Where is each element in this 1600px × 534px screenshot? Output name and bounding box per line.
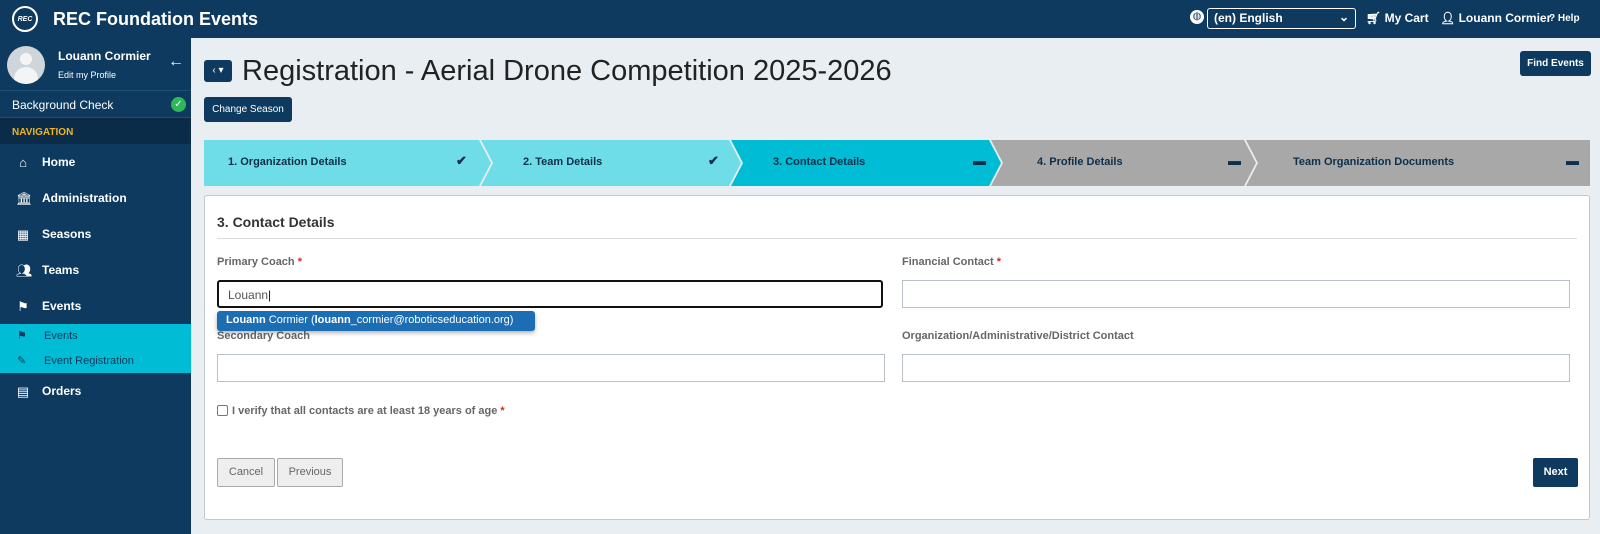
sidebar-item-events[interactable]: ⚑ Events <box>0 288 191 324</box>
primary-coach-label: Primary Coach * <box>217 256 302 268</box>
minus-icon: ▬ <box>1228 153 1241 168</box>
financial-contact-label: Financial Contact * <box>902 256 1002 268</box>
minus-icon: ▬ <box>1566 153 1579 168</box>
step-label: 3. Contact Details <box>773 156 866 168</box>
required-mark: * <box>996 256 1002 268</box>
step-label: Team Organization Documents <box>1293 156 1455 168</box>
user-menu-link[interactable]: 👤︎ Louann Cormier <box>1440 11 1551 25</box>
user-icon: 👤︎ <box>1440 11 1456 25</box>
check-icon: ✔ <box>456 153 467 168</box>
sidebar-item-label: Administration <box>42 191 127 205</box>
suggestion-match: louann <box>314 314 351 326</box>
app-title[interactable]: REC Foundation Events <box>53 9 258 30</box>
sidebar-item-seasons[interactable]: ▦ Seasons <box>0 216 191 252</box>
background-check-label: Background Check <box>12 98 114 112</box>
sidebar-item-label: Events <box>42 299 82 313</box>
find-events-button[interactable]: Find Events <box>1520 51 1591 76</box>
collapse-sidebar-icon[interactable]: ← <box>168 53 184 71</box>
secondary-coach-label: Secondary Coach <box>217 330 310 342</box>
profile-box: Louann Cormier Edit my Profile ← <box>0 38 191 91</box>
autocomplete-suggestion[interactable]: Louann Cormier (louann_cormier@roboticse… <box>217 311 535 331</box>
sidebar-subitem-label: Event Registration <box>44 354 134 367</box>
users-icon: 👥︎ <box>16 263 33 278</box>
step-label: 1. Organization Details <box>228 156 347 168</box>
sidebar-subitem-event-registration[interactable]: ✎ Event Registration <box>0 348 191 373</box>
contact-details-panel: 3. Contact Details Primary Coach * Louan… <box>204 195 1590 520</box>
required-mark: * <box>500 405 505 417</box>
language-value: (en) English <box>1214 11 1283 25</box>
age-verify-checkbox[interactable] <box>217 405 228 416</box>
sidebar-subitem-events[interactable]: ⚑ Events <box>0 324 191 349</box>
top-navbar: REC REC Foundation Events ◍ (en) English… <box>0 0 1600 38</box>
institution-icon: 🏛︎ <box>16 191 33 206</box>
sidebar-item-home[interactable]: ⌂ Home <box>0 144 191 180</box>
background-check-row[interactable]: Background Check ✓ <box>0 91 191 118</box>
step-team-organization-documents[interactable]: Team Organization Documents ▬ <box>1246 140 1590 186</box>
help-link[interactable]: ? Help <box>1549 13 1580 24</box>
next-button[interactable]: Next <box>1533 458 1578 487</box>
previous-button[interactable]: Previous <box>277 458 343 487</box>
cancel-button[interactable]: Cancel <box>217 458 275 487</box>
required-mark: * <box>297 256 302 268</box>
avatar[interactable] <box>7 46 45 84</box>
sidebar-item-administration[interactable]: 🏛︎ Administration <box>0 180 191 216</box>
back-dropdown-button[interactable]: ‹ ▾ <box>204 60 232 82</box>
step-profile-details[interactable]: 4. Profile Details ▬ <box>991 140 1256 186</box>
sidebar: Louann Cormier Edit my Profile ← Backgro… <box>0 38 191 534</box>
globe-icon: ◍ <box>1190 10 1204 24</box>
user-name: Louann Cormier <box>1458 11 1552 25</box>
flag-icon: ⚑ <box>17 330 27 342</box>
divider <box>217 238 1577 239</box>
step-label: 4. Profile Details <box>1037 156 1123 168</box>
minus-icon: ▬ <box>973 153 986 168</box>
sidebar-item-label: Home <box>42 155 76 169</box>
sidebar-item-teams[interactable]: 👥︎ Teams <box>0 252 191 288</box>
sidebar-item-label: Orders <box>42 384 82 398</box>
primary-coach-input[interactable]: Louann| <box>217 280 883 308</box>
edit-profile-link[interactable]: Edit my Profile <box>58 70 116 80</box>
sidebar-subitem-label: Events <box>44 330 78 342</box>
chevron-left-icon: ‹ ▾ <box>212 65 224 76</box>
help-label: Help <box>1557 13 1580 24</box>
sidebar-item-label: Teams <box>42 263 80 277</box>
nav-heading: NAVIGATION <box>0 118 191 144</box>
step-team-details[interactable]: 2. Team Details ✔ <box>481 140 741 186</box>
secondary-coach-input[interactable] <box>217 354 885 382</box>
age-verify-label: I verify that all contacts are at least … <box>232 405 505 417</box>
language-select[interactable]: (en) English ⌄ <box>1207 8 1356 29</box>
step-organization-details[interactable]: 1. Organization Details ✔ <box>204 140 491 186</box>
question-circle-icon: ? <box>1549 13 1556 24</box>
page-title: Registration - Aerial Drone Competition … <box>242 55 892 87</box>
sidebar-item-label: Seasons <box>42 227 92 241</box>
org-contact-label: Organization/Administrative/District Con… <box>902 330 1134 342</box>
edit-icon: ✎ <box>17 354 27 367</box>
org-contact-input[interactable] <box>902 354 1570 382</box>
cart-icon: 🛒︎ <box>1366 11 1382 25</box>
home-icon: ⌂ <box>19 155 27 170</box>
rec-logo[interactable]: REC <box>12 6 38 32</box>
step-contact-details[interactable]: 3. Contact Details ▬ <box>731 140 1001 186</box>
calendar-icon: ▦ <box>16 227 30 242</box>
suggestion-text: Cormier ( <box>265 314 315 326</box>
change-season-button[interactable]: Change Season <box>204 97 292 122</box>
section-title: 3. Contact Details <box>217 214 335 230</box>
financial-contact-input[interactable] <box>902 280 1570 308</box>
check-icon: ✔ <box>708 153 719 168</box>
my-cart-label: My Cart <box>1384 11 1429 25</box>
briefcase-icon: ▤ <box>16 384 30 399</box>
primary-coach-value: Louann <box>228 288 269 302</box>
profile-name: Louann Cormier <box>58 49 151 63</box>
suggestion-text: _cormier@roboticseducation.org) <box>350 314 514 326</box>
suggestion-match: Louann <box>226 314 266 326</box>
flag-icon: ⚑ <box>17 299 29 314</box>
step-label: 2. Team Details <box>523 156 603 168</box>
chevron-down-icon: ⌄ <box>1338 10 1349 24</box>
check-circle-icon: ✓ <box>171 97 186 112</box>
sidebar-item-orders[interactable]: ▤ Orders <box>0 373 191 409</box>
my-cart-link[interactable]: 🛒︎ My Cart <box>1366 11 1429 25</box>
